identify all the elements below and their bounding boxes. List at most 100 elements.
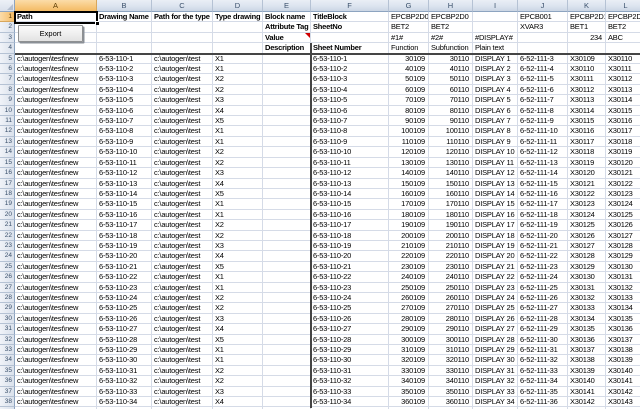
cell-B24[interactable]: 6-53-110-20 [97,251,152,262]
cell-G18[interactable]: 160109 [389,188,429,200]
cell-B12[interactable]: 6-53-110-8 [97,126,152,137]
cell-I28[interactable]: DISPLAY 24 [473,292,518,304]
cell-A7[interactable]: c:\autogen\test\new [15,74,97,85]
cell-E37[interactable] [263,386,311,398]
cell-E33[interactable] [263,345,311,356]
cell-E14[interactable] [263,147,311,158]
cell-F31[interactable]: 6-53-110-27 [311,324,389,335]
column-header-J[interactable]: J [518,0,568,12]
cell-K27[interactable]: X30131 [568,282,606,293]
cell-I21[interactable]: DISPLAY 17 [473,220,518,231]
cell-D7[interactable]: X2 [213,74,263,85]
cell-K15[interactable]: X30119 [568,157,606,169]
cell-A15[interactable]: c:\autogen\test\new [15,157,97,169]
column-header-K[interactable]: K [568,0,606,12]
cell-K6[interactable]: X30110 [568,64,606,75]
cell-G19[interactable]: 170109 [389,199,429,210]
cell-I17[interactable]: DISPLAY 13 [473,178,518,189]
cell-L17[interactable]: X30122 [606,178,640,189]
cell-L5[interactable]: X30110 [606,53,640,65]
cell-H17[interactable]: 150110 [429,178,473,189]
cell-K33[interactable]: X30137 [568,345,606,356]
cell-C17[interactable]: c:\autogen\test [152,178,213,189]
select-all-button[interactable] [0,0,15,12]
cell-J17[interactable]: 6-52-111-15 [518,178,568,189]
cell-F34[interactable]: 6-53-110-30 [311,355,389,366]
cell-F6[interactable]: 6-53-110-2 [311,64,389,75]
cell-F23[interactable]: 6-53-110-19 [311,240,389,252]
cell-K10[interactable]: X30114 [568,105,606,117]
column-header-C[interactable]: C [152,0,213,12]
cell-A38[interactable]: c:\autogen\test\new [15,397,97,408]
cell-B32[interactable]: 6-53-110-28 [97,334,152,345]
cell-E19[interactable] [263,199,311,210]
cell-L34[interactable]: X30139 [606,355,640,366]
fill-handle[interactable] [95,21,99,25]
cell-H32[interactable]: 300110 [429,334,473,345]
cell-B22[interactable]: 6-53-110-18 [97,230,152,241]
cell-B8[interactable]: 6-53-110-4 [97,84,152,96]
cell-L9[interactable]: X30114 [606,95,640,106]
cell-I12[interactable]: DISPLAY 8 [473,126,518,137]
cell-G14[interactable]: 120109 [389,147,429,158]
cell-G26[interactable]: 240109 [389,272,429,283]
cell-K1[interactable]: EPCBP2D1 [568,12,606,23]
cell-K38[interactable]: X30142 [568,397,606,408]
cell-B9[interactable]: 6-53-110-5 [97,95,152,106]
cell-D33[interactable]: X1 [213,345,263,356]
cell-L36[interactable]: X30141 [606,376,640,387]
cell-B38[interactable]: 6-53-110-34 [97,397,152,408]
cell-B18[interactable]: 6-53-110-14 [97,188,152,200]
row-header-21[interactable]: 21 [0,220,15,231]
cell-J24[interactable]: 6-52-111-22 [518,251,568,262]
cell-C14[interactable]: c:\autogen\test [152,147,213,158]
cell-A25[interactable]: c:\autogen\test\new [15,261,97,273]
cell-D5[interactable]: X1 [213,53,263,65]
cell-I34[interactable]: DISPLAY 30 [473,355,518,366]
cell-E11[interactable] [263,116,311,127]
cell-E34[interactable] [263,355,311,366]
cell-L31[interactable]: X30136 [606,324,640,335]
cell-A37[interactable]: c:\autogen\test\new [15,386,97,398]
cell-C2[interactable] [152,22,213,33]
cell-A19[interactable]: c:\autogen\test\new [15,199,97,210]
cell-E27[interactable] [263,282,311,293]
cell-A1[interactable]: Path [15,12,97,23]
cell-A31[interactable]: c:\autogen\test\new [15,324,97,335]
cell-I37[interactable]: DISPLAY 33 [473,386,518,398]
cell-B5[interactable]: 6-53-110-1 [97,53,152,65]
cell-L33[interactable]: X30138 [606,345,640,356]
cell-I36[interactable]: DISPLAY 32 [473,376,518,387]
cell-A11[interactable]: c:\autogen\test\new [15,116,97,127]
cell-K2[interactable]: BET1 [568,22,606,33]
cell-C9[interactable]: c:\autogen\test [152,95,213,106]
cell-D35[interactable]: X2 [213,365,263,377]
cell-G4[interactable]: Function [389,43,429,54]
cell-E29[interactable] [263,303,311,314]
cell-J1[interactable]: EPCB001 [518,12,568,23]
cell-B27[interactable]: 6-53-110-23 [97,282,152,293]
cell-A4[interactable] [15,43,97,54]
row-header-32[interactable]: 32 [0,334,15,345]
cell-D36[interactable]: X2 [213,376,263,387]
cell-H37[interactable]: 350110 [429,386,473,398]
cell-I35[interactable]: DISPLAY 31 [473,365,518,377]
cell-F3[interactable] [311,32,389,44]
row-header-19[interactable]: 19 [0,199,15,210]
cell-J9[interactable]: 6-52-111-7 [518,95,568,106]
cell-K32[interactable]: X30136 [568,334,606,345]
cell-E22[interactable] [263,230,311,241]
cell-H30[interactable]: 280110 [429,313,473,325]
cell-E16[interactable] [263,168,311,179]
cell-G3[interactable]: #1# [389,32,429,44]
row-header-31[interactable]: 31 [0,324,15,335]
cell-H21[interactable]: 190110 [429,220,473,231]
cell-B2[interactable] [97,22,152,33]
column-header-D[interactable]: D [213,0,263,12]
cell-F28[interactable]: 6-53-110-24 [311,292,389,304]
cell-C32[interactable]: c:\autogen\test [152,334,213,345]
cell-C13[interactable]: c:\autogen\test [152,136,213,148]
cell-F20[interactable]: 6-53-110-16 [311,209,389,221]
cell-A34[interactable]: c:\autogen\test\new [15,355,97,366]
cell-E20[interactable] [263,209,311,221]
